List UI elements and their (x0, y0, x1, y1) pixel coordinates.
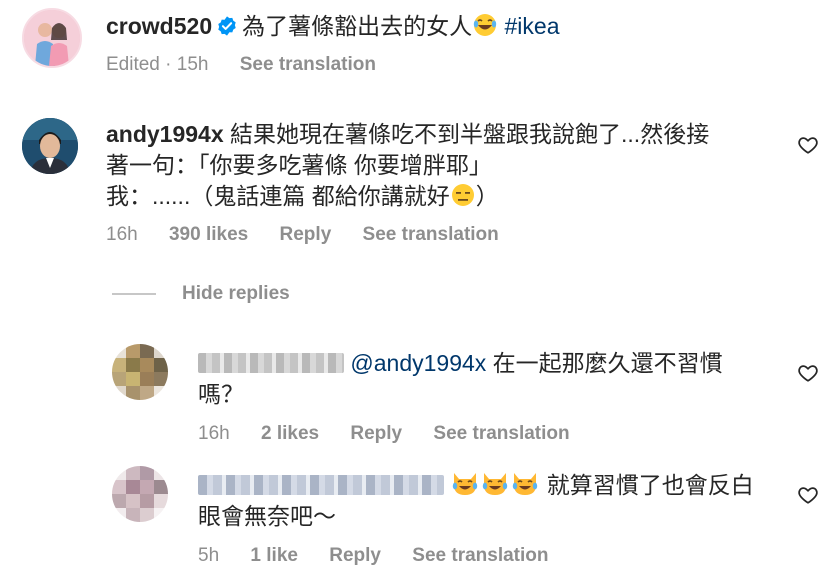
reply-2-avatar-pixelated[interactable] (112, 466, 168, 522)
reply-1-time: 16h (198, 423, 230, 444)
post-time: Edited · 15h (106, 54, 209, 75)
post-caption: crowd520 為了薯條豁出去的女人 #ikea (106, 10, 559, 42)
reply-2-text-line2: 眼會無奈吧～ (198, 503, 336, 529)
post-meta: Edited · 15h See translation (106, 53, 402, 77)
comment-see-translation[interactable]: See translation (363, 224, 499, 245)
reply-1-text-line1: 在一起那麼久還不習慣 (492, 350, 723, 376)
post-hashtag[interactable]: #ikea (505, 13, 560, 39)
comment-text-line1: 結果她現在薯條吃不到半盤跟我說飽了...然後接 (230, 121, 710, 147)
cat-tears-of-joy-emoji-icon (513, 473, 538, 495)
reply-2-text-line1: 就算習慣了也會反白 (546, 472, 754, 498)
post-see-translation[interactable]: See translation (240, 54, 376, 75)
comment-like-heart-icon[interactable] (797, 134, 819, 156)
comment-text-line2: 著一句：「你要多吃薯條 你要增胖耶」 (106, 152, 492, 178)
reply-2-time: 5h (198, 545, 220, 566)
reply-1-username-blurred[interactable] (198, 353, 344, 373)
comment-likes[interactable]: 390 likes (169, 224, 248, 245)
laughing-tears-emoji-icon (473, 14, 497, 36)
verified-badge-icon (218, 16, 236, 36)
comment-text-line3: 我：......（鬼話連篇 都給你講就好 (106, 183, 450, 209)
hide-replies-button[interactable]: Hide replies (182, 281, 290, 307)
reply-2-see-translation[interactable]: See translation (412, 545, 548, 566)
post-author-avatar[interactable] (22, 8, 82, 68)
reply-1-likes[interactable]: 2 likes (261, 423, 319, 444)
post-caption-text: 為了薯條豁出去的女人 (242, 13, 473, 39)
post-username[interactable]: crowd520 (106, 13, 212, 39)
reply-1-text: @andy1994x 在一起那麼久還不習慣 (198, 347, 723, 379)
reply-1-reply-button[interactable]: Reply (350, 423, 402, 444)
reply-1-avatar-pixelated[interactable] (112, 344, 168, 400)
comment-text: andy1994x 結果她現在薯條吃不到半盤跟我說飽了...然後接 (106, 118, 709, 150)
portrait-photo-icon (22, 118, 78, 174)
cat-tears-of-joy-emoji-icon (483, 473, 508, 495)
reply-2-username-blurred[interactable] (198, 475, 444, 495)
commenter-avatar[interactable] (22, 118, 78, 174)
reply-1-like-heart-icon[interactable] (797, 362, 819, 384)
comment-meta: 16h 390 likes Reply See translation (106, 223, 525, 247)
reply-2-like-heart-icon[interactable] (797, 484, 819, 506)
cat-tears-of-joy-emoji-icon (453, 473, 478, 495)
reply-2-text: 就算習慣了也會反白 (198, 469, 754, 501)
comment-reply-button[interactable]: Reply (280, 224, 332, 245)
expressionless-face-emoji-icon (451, 184, 474, 206)
comment-time: 16h (106, 224, 138, 245)
reply-1-see-translation[interactable]: See translation (433, 423, 569, 444)
couple-photo-icon (24, 10, 80, 66)
reply-2-reply-button[interactable]: Reply (329, 545, 381, 566)
reply-1-meta: 16h 2 likes Reply See translation (198, 422, 596, 446)
comment-text-line3-end: ） (475, 183, 499, 209)
reply-2-meta: 5h 1 like Reply See translation (198, 544, 575, 568)
reply-1-mention[interactable]: @andy1994x (350, 350, 486, 376)
reply-1-text-line2: 嗎？ (198, 381, 244, 407)
reply-2-likes[interactable]: 1 like (250, 545, 298, 566)
reply-2-emojis (450, 472, 546, 498)
hide-replies-divider (112, 293, 156, 295)
comment-username[interactable]: andy1994x (106, 121, 224, 147)
comment-text-line3-wrap: 我：......（鬼話連篇 都給你講就好 ） (106, 180, 499, 212)
